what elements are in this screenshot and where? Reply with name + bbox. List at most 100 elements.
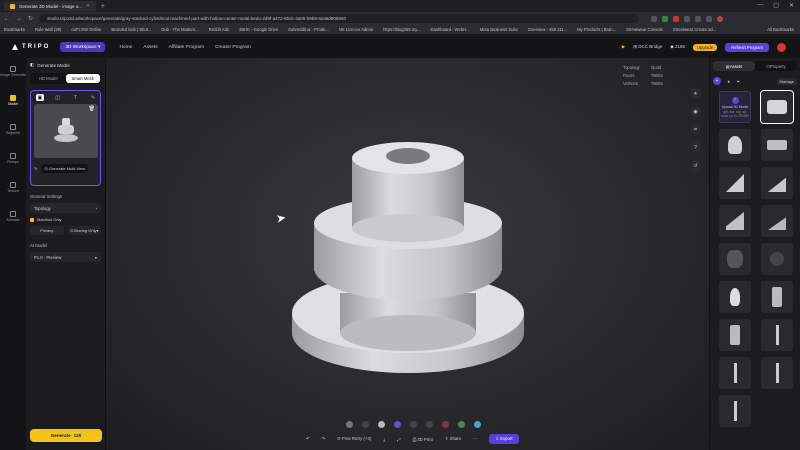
topology-select[interactable]: Topology ›: [30, 203, 101, 213]
crop-icon[interactable]: ⌗: [690, 124, 701, 135]
close-tab-icon[interactable]: ✕: [86, 3, 90, 9]
extension-icon[interactable]: [662, 15, 669, 22]
bookmark-item[interactable]: Reddit Ads: [209, 27, 229, 32]
hd-model-tab[interactable]: HD Model: [31, 74, 66, 83]
all-bookmarks[interactable]: All Bookmarks: [767, 27, 794, 32]
assets-tab[interactable]: ▤ Assets: [713, 61, 755, 71]
delete-image-icon[interactable]: 🗑: [89, 106, 95, 112]
preset-icon[interactable]: [410, 421, 417, 428]
3d-print-button[interactable]: ⎙ 3D Print: [413, 437, 433, 442]
bookmark-item[interactable]: Streetwear Create ad...: [673, 27, 716, 32]
free-retry-button[interactable]: ⟳ Free Retry (+3): [337, 436, 371, 442]
preset-icon[interactable]: [442, 421, 449, 428]
text-input-icon[interactable]: T: [72, 94, 80, 101]
expand-icon[interactable]: ⤢: [397, 437, 400, 442]
nav-affiliate-program[interactable]: Affiliate Program: [169, 45, 204, 50]
maximize-icon[interactable]: ▢: [773, 2, 779, 9]
bookmark-item[interactable]: https://blog365.my...: [383, 27, 420, 32]
download-icon[interactable]: ⤓: [383, 437, 385, 442]
property-tab[interactable]: ⊡ Property: [755, 61, 797, 71]
input-image-thumbnail[interactable]: 🗑: [34, 104, 98, 158]
reload-icon[interactable]: ↻: [28, 15, 33, 22]
minimize-icon[interactable]: —: [757, 2, 763, 9]
rail-item-animate[interactable]: Animate: [6, 211, 20, 222]
extension-icon[interactable]: [706, 15, 713, 22]
preset-icon[interactable]: [426, 421, 433, 428]
generate-multiview-button[interactable]: ◎ Generate Multi-View: [41, 164, 89, 173]
star-icon[interactable]: ★: [727, 79, 731, 84]
rail-item-retopo[interactable]: Retopo: [7, 153, 19, 164]
preset-icon[interactable]: [378, 421, 385, 428]
preset-icon[interactable]: [458, 421, 465, 428]
play-icon[interactable]: ▶: [622, 44, 625, 50]
sharing-dropdown[interactable]: ⊙ Sharing Only ▾: [67, 226, 101, 235]
nav-home[interactable]: Home: [119, 45, 132, 50]
bookmark-item[interactable]: Branded kids | Shut...: [111, 27, 151, 32]
bookmark-item[interactable]: Dashboard - WebH...: [430, 27, 469, 32]
asset-tile[interactable]: [761, 243, 793, 275]
asset-tile[interactable]: [760, 90, 794, 124]
undo-icon[interactable]: ↶: [306, 436, 310, 442]
asset-tile[interactable]: [719, 395, 751, 427]
asset-tile[interactable]: [761, 319, 793, 351]
history-icon[interactable]: ↺: [690, 160, 701, 171]
bookmark-item[interactable]: 2BHK - Google Drive: [239, 27, 278, 32]
privacy-button[interactable]: Privacy: [30, 226, 64, 235]
upgrade-button[interactable]: Upgrade: [693, 43, 718, 51]
nav-creator-program[interactable]: Creator Program: [215, 45, 251, 50]
back-icon[interactable]: ←: [4, 16, 10, 22]
light-icon[interactable]: ☀: [690, 88, 701, 99]
single-image-icon[interactable]: ▣: [36, 94, 44, 101]
rail-item-model[interactable]: Model: [8, 95, 18, 106]
browser-tab[interactable]: Generate 3D Model - image o... ✕: [4, 1, 96, 11]
asset-tile[interactable]: [719, 319, 751, 351]
asset-tile[interactable]: [761, 281, 793, 313]
bookmark-item[interactable]: Rule Wall (39): [35, 27, 61, 32]
share-button[interactable]: ⇪ Share: [445, 436, 461, 442]
bookmark-item[interactable]: Bookmarks: [4, 27, 25, 32]
forward-icon[interactable]: →: [16, 16, 22, 22]
rail-item-texture[interactable]: Texture: [7, 182, 19, 193]
add-asset-icon[interactable]: +: [713, 77, 721, 85]
preset-icon[interactable]: [394, 421, 401, 428]
bookmark-item[interactable]: Streetwear Console: [626, 27, 663, 32]
address-bar[interactable]: studio.tripo3d.ai/workspace/generate/gra…: [39, 14, 640, 23]
extension-icon[interactable]: [684, 15, 691, 22]
extension-icon[interactable]: [673, 15, 680, 22]
extension-icon[interactable]: [695, 15, 702, 22]
asset-tile[interactable]: [761, 357, 793, 389]
dcc-bridge[interactable]: ⊞ DCC Bridge: [633, 44, 662, 50]
filter-icon[interactable]: ⏷: [737, 79, 740, 84]
preset-icon[interactable]: [474, 421, 481, 428]
asset-tile[interactable]: [719, 243, 751, 275]
bookmark-item[interactable]: Subreddit.ai - Produ...: [288, 27, 329, 32]
workspace-dropdown[interactable]: 3D Workspace ▾: [60, 42, 106, 52]
manifold-checkbox[interactable]: Manifold Only: [30, 217, 101, 222]
bookmark-item[interactable]: Overview - 458.111...: [528, 27, 567, 32]
export-button[interactable]: ⇩ Export: [489, 434, 519, 444]
user-avatar[interactable]: [777, 42, 786, 52]
camera-icon[interactable]: ◉: [690, 106, 701, 117]
bookmark-item[interactable]: NK Licence Admin: [339, 27, 373, 32]
ai-model-select[interactable]: P1.0 - Preview ▾: [30, 252, 101, 262]
asset-tile[interactable]: [761, 129, 793, 161]
asset-tile[interactable]: [761, 205, 793, 237]
asset-tile[interactable]: [719, 205, 751, 237]
tripo-logo[interactable]: TRIPO: [12, 44, 50, 50]
bookmark-item[interactable]: ooFLOW Online: [71, 27, 101, 32]
redo-icon[interactable]: ↷: [322, 436, 326, 442]
rail-item-image-generate[interactable]: Image Generate: [0, 66, 26, 77]
profile-avatar-icon[interactable]: [717, 15, 724, 22]
multi-image-icon[interactable]: ◫: [54, 94, 62, 101]
smart-mesh-tab[interactable]: Smart Mesh: [65, 74, 100, 83]
upload-model-tile[interactable]: ↑ Upload 3D Model glb, fbx, obj, stl, us…: [719, 91, 751, 123]
generate-button[interactable]: Generate 120: [30, 429, 102, 442]
credits[interactable]: ◆ 2186: [670, 44, 685, 50]
asset-tile[interactable]: [719, 281, 751, 313]
more-icon[interactable]: ⋯: [473, 436, 477, 442]
asset-tile[interactable]: [761, 167, 793, 199]
nav-assets[interactable]: Assets: [143, 45, 157, 50]
refresh-program-button[interactable]: Refresh Program: [725, 42, 769, 52]
manage-button[interactable]: Manage: [776, 77, 797, 85]
asset-tile[interactable]: [719, 357, 751, 389]
